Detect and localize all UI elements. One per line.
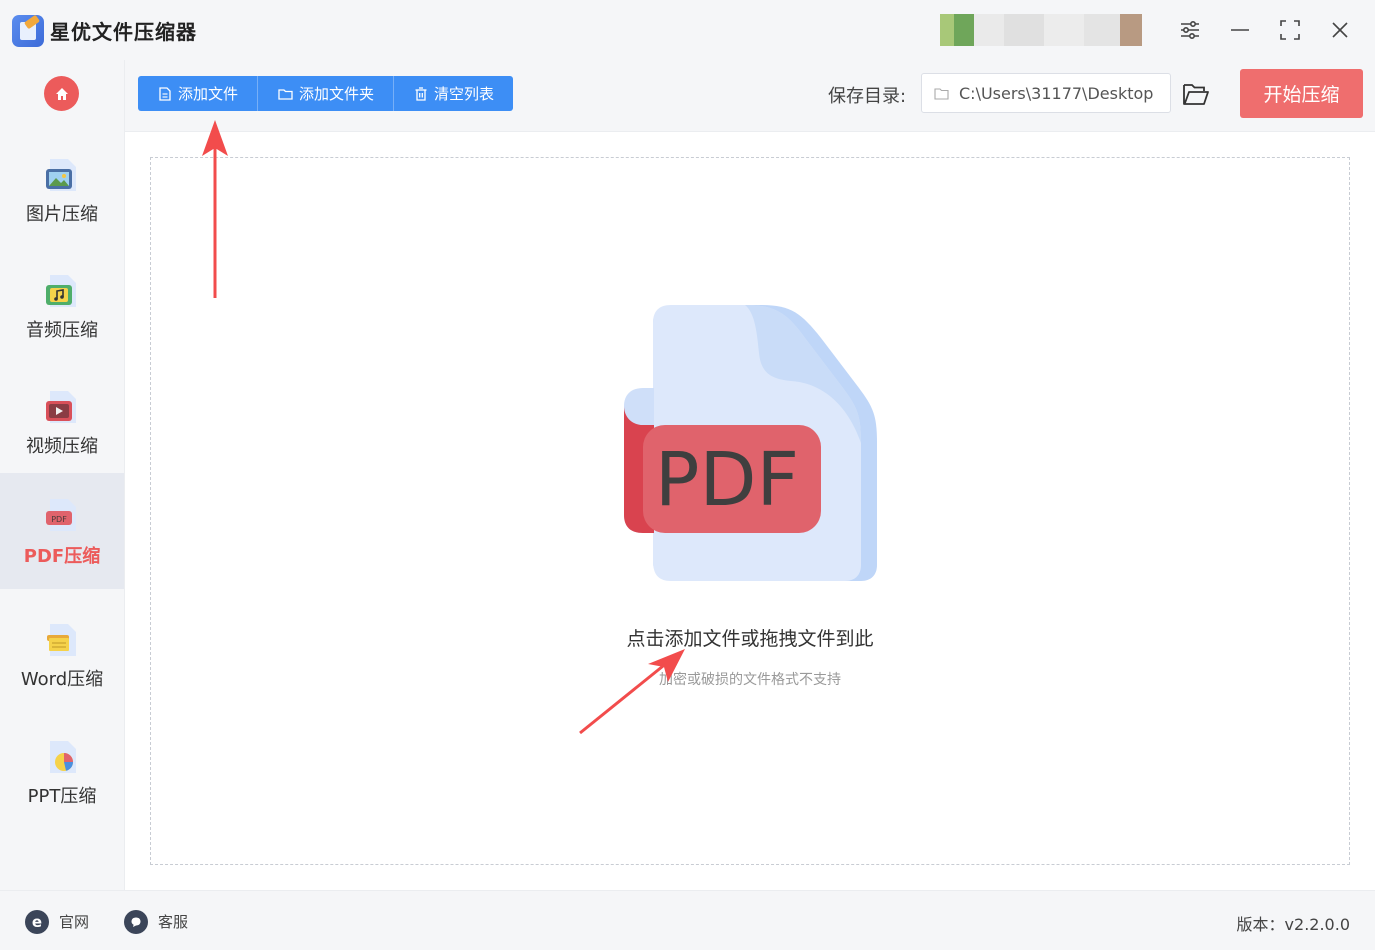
sidebar-item-pdf[interactable]: PDF PDF压缩	[0, 473, 124, 589]
ppt-file-icon	[50, 741, 76, 773]
version-text: 版本：v2.2.0.0	[1236, 915, 1350, 934]
sidebar-item-audio[interactable]: 音频压缩	[0, 258, 124, 374]
sidebar-item-label: 视频压缩	[26, 436, 98, 457]
folder-outline-icon	[934, 87, 949, 100]
pdf-file-icon: PDF	[46, 499, 76, 531]
trash-icon	[415, 86, 427, 101]
folder-icon	[278, 88, 293, 100]
audio-file-icon	[46, 275, 76, 307]
sidebar-item-word[interactable]: Word压缩	[0, 607, 124, 723]
start-compress-button[interactable]: 开始压缩	[1240, 69, 1363, 118]
add-file-button[interactable]: 添加文件	[138, 76, 259, 111]
title-bar: 星优文件压缩器	[0, 0, 1375, 60]
website-link[interactable]: e 官网	[25, 909, 89, 934]
image-file-icon	[46, 159, 76, 191]
file-button-group: 添加文件 添加文件夹 清空列表	[138, 76, 514, 111]
sidebar-item-label: 音频压缩	[26, 320, 98, 341]
clear-list-button[interactable]: 清空列表	[394, 76, 513, 111]
sidebar-item-label: 图片压缩	[26, 204, 98, 225]
app-logo-icon	[12, 15, 44, 47]
clear-list-label: 清空列表	[434, 85, 495, 103]
drop-zone-sub-text: 加密或破损的文件格式不支持	[659, 672, 841, 688]
file-icon	[159, 86, 171, 101]
video-file-icon	[46, 391, 76, 423]
word-file-icon	[47, 624, 76, 656]
settings-sliders-icon[interactable]	[1174, 14, 1206, 46]
sidebar: 图片压缩 音频压缩 视频压缩 PDF PDF压缩 Word压缩 PPT压缩	[0, 60, 125, 890]
svg-text:PDF: PDF	[51, 515, 67, 524]
home-button[interactable]	[44, 76, 79, 111]
save-dir-field[interactable]: C:\Users\31177\Desktop	[921, 73, 1171, 113]
add-file-label: 添加文件	[178, 85, 239, 103]
support-link[interactable]: 客服	[124, 909, 188, 934]
sidebar-item-image[interactable]: 图片压缩	[0, 142, 124, 258]
app-title: 星优文件压缩器	[50, 20, 197, 44]
chat-bubble-icon	[124, 909, 148, 934]
save-dir-path: C:\Users\31177\Desktop	[959, 83, 1154, 103]
sidebar-item-label: PPT压缩	[27, 786, 97, 807]
pdf-document-illustration: PDF	[624, 305, 877, 581]
sidebar-item-label: Word压缩	[20, 669, 104, 690]
save-dir-label: 保存目录:	[828, 86, 907, 107]
toolbar: 添加文件 添加文件夹 清空列表 保存目录: C:\Users\31177\Des…	[125, 60, 1375, 132]
maximize-icon[interactable]	[1274, 14, 1306, 46]
close-icon[interactable]	[1324, 14, 1356, 46]
support-label: 客服	[158, 913, 189, 931]
drop-zone-main-text: 点击添加文件或拖拽文件到此	[626, 628, 874, 650]
add-folder-button[interactable]: 添加文件夹	[258, 76, 395, 111]
minimize-icon[interactable]	[1224, 14, 1256, 46]
sidebar-item-label: PDF压缩	[23, 546, 101, 567]
home-icon	[55, 87, 68, 100]
open-folder-icon[interactable]	[1182, 81, 1210, 107]
add-folder-label: 添加文件夹	[299, 85, 375, 103]
website-label: 官网	[59, 913, 90, 931]
footer: e 官网 客服 版本：v2.2.0.0	[0, 890, 1375, 950]
ie-icon: e	[25, 909, 49, 934]
user-avatar-blurred[interactable]	[940, 14, 1155, 46]
file-drop-zone[interactable]: PDF 点击添加文件或拖拽文件到此 加密或破损的文件格式不支持	[150, 157, 1350, 865]
sidebar-item-ppt[interactable]: PPT压缩	[0, 724, 124, 840]
pdf-illustration-text: PDF	[655, 437, 799, 523]
